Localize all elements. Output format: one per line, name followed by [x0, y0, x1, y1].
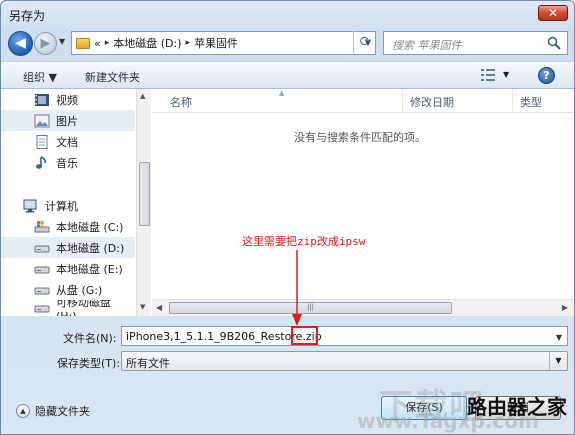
filetype-label: 保存类型(T):: [57, 357, 121, 370]
nav-item-drive-g[interactable]: 从盘 (G:): [1, 279, 135, 300]
nav-item-label: 图片: [56, 114, 78, 128]
command-bar: 组织 ▼ 新建文件夹 ▼ ?: [1, 61, 574, 89]
hide-folders-toggle[interactable]: ▲ 隐藏文件夹: [16, 403, 90, 419]
recent-pages-button[interactable]: ▼: [59, 37, 65, 46]
annotation-highlight-box: [291, 326, 318, 345]
watermark-site: 路由器之家: [467, 395, 567, 419]
nav-item-computer[interactable]: 计算机: [1, 195, 135, 216]
close-button[interactable]: ✕: [538, 5, 568, 21]
scroll-thumb[interactable]: [139, 162, 150, 226]
title-bar: 另存为 ✕: [1, 1, 574, 27]
chevron-up-icon: ▲: [16, 404, 30, 418]
document-icon: [36, 134, 48, 149]
filetype-value: 所有文件: [126, 357, 170, 370]
scroll-left-icon[interactable]: ◀: [156, 303, 162, 312]
search-placeholder: 搜索 苹果固件: [392, 39, 462, 52]
scroll-thumb[interactable]: |||: [169, 302, 452, 314]
nav-item-label: 本地磁盘 (E:): [56, 262, 123, 276]
column-date[interactable]: 修改日期: [410, 94, 454, 110]
sort-arrow-icon: ▲: [279, 89, 285, 97]
music-icon: [36, 155, 46, 169]
breadcrumb-separator[interactable]: ▸: [186, 38, 191, 48]
back-arrow-icon: ◀: [15, 35, 26, 51]
nav-item-label: 音乐: [56, 156, 78, 170]
filetype-dropdown-icon[interactable]: ▼: [549, 352, 567, 370]
drive-icon: [34, 305, 50, 313]
nav-item-label: 本地磁盘 (C:): [56, 220, 124, 234]
search-icon[interactable]: [547, 36, 561, 50]
column-divider[interactable]: [512, 89, 513, 113]
search-input[interactable]: 搜索 苹果固件: [383, 31, 568, 55]
nav-item-label: 从盘 (G:): [56, 283, 103, 297]
folder-icon: [76, 37, 90, 49]
back-button[interactable]: ◀: [8, 31, 33, 56]
annotation-text: 这里需要把zip改成ipsw: [242, 235, 366, 248]
filename-label: 文件名(N):: [63, 332, 117, 345]
nav-item-music[interactable]: 音乐: [1, 152, 135, 173]
address-row: ◀ ▶ ▼ « ▸ 本地磁盘 (D:) ▸ 苹果固件 ▼ ⟳ 搜索 苹果固件: [1, 27, 574, 59]
nav-item-drive-h[interactable]: 可移动磁盘 (H:): [1, 300, 135, 316]
nav-item-drive-d[interactable]: 本地磁盘 (D:): [1, 237, 135, 258]
window-title: 另存为: [9, 9, 46, 23]
forward-button[interactable]: ▶: [34, 32, 57, 55]
nav-item-label: 文档: [56, 135, 78, 149]
hide-folders-label: 隐藏文件夹: [35, 405, 90, 418]
drive-c-icon: [34, 220, 50, 232]
video-icon: [35, 93, 49, 106]
nav-item-label: 计算机: [45, 199, 78, 213]
nav-item-drive-c[interactable]: 本地磁盘 (C:): [1, 216, 135, 237]
drive-icon: [34, 245, 50, 252]
filetype-select[interactable]: 所有文件 ▼: [121, 351, 568, 371]
filename-dropdown-icon[interactable]: ▼: [556, 333, 562, 342]
nav-item-drive-e[interactable]: 本地磁盘 (E:): [1, 258, 135, 279]
navigation-scrollbar[interactable]: ▲ ▼: [136, 89, 151, 316]
scroll-up-icon[interactable]: ▲: [140, 92, 145, 100]
column-header-row: ▲ 名称 修改日期 类型: [152, 89, 574, 113]
annotation-arrow-icon: [292, 250, 302, 326]
browser-area: 视频 图片 文档 音乐 计算机 本地磁盘 (C:) 本地磁盘 (D:) 本地磁盘…: [1, 89, 574, 316]
nav-item-label: 视频: [56, 93, 78, 107]
empty-message: 没有与搜索条件匹配的项。: [294, 131, 426, 144]
refresh-icon: ⟳: [359, 34, 372, 50]
scroll-down-icon[interactable]: ▼: [140, 303, 145, 311]
view-dropdown-icon[interactable]: ▼: [503, 70, 509, 79]
breadcrumb-drive-d[interactable]: 本地磁盘 (D:): [113, 35, 181, 51]
scroll-right-icon[interactable]: ▶: [562, 303, 568, 312]
organize-menu[interactable]: 组织 ▼: [23, 69, 57, 85]
address-bar[interactable]: « ▸ 本地磁盘 (D:) ▸ 苹果固件 ▼: [71, 31, 376, 55]
nav-item-label: 可移动磁盘 (H:): [56, 300, 111, 316]
save-as-dialog: 另存为 ✕ ◀ ▶ ▼ « ▸ 本地磁盘 (D:) ▸ 苹果固件 ▼ ⟳ 搜索 …: [0, 0, 575, 435]
picture-icon: [34, 114, 50, 127]
nav-item-label: 本地磁盘 (D:): [56, 241, 125, 255]
column-type[interactable]: 类型: [520, 94, 542, 110]
nav-item-documents[interactable]: 文档: [1, 131, 135, 152]
computer-icon: [23, 199, 37, 212]
help-icon[interactable]: ?: [538, 67, 555, 84]
breadcrumb-separator[interactable]: ▸: [105, 38, 110, 48]
new-folder-button[interactable]: 新建文件夹: [85, 69, 140, 85]
drive-icon: [34, 266, 50, 273]
navigation-pane: 视频 图片 文档 音乐 计算机 本地磁盘 (C:) 本地磁盘 (D:) 本地磁盘…: [1, 89, 151, 316]
file-list: ▲ 名称 修改日期 类型 没有与搜索条件匹配的项。 ◀ ||| ▶: [152, 89, 574, 316]
filename-field[interactable]: iPhone3,1_5.1.1_9B206_Restore.zip ▼: [121, 326, 568, 346]
horizontal-scrollbar[interactable]: ◀ ||| ▶: [152, 299, 574, 316]
column-name[interactable]: 名称: [170, 94, 192, 110]
drive-icon: [34, 287, 50, 294]
forward-arrow-icon: ▶: [40, 36, 51, 51]
refresh-button[interactable]: ⟳: [353, 31, 377, 55]
column-divider[interactable]: [402, 89, 403, 113]
nav-item-video[interactable]: 视频: [1, 89, 135, 110]
breadcrumb-folder[interactable]: 苹果固件: [194, 35, 238, 51]
breadcrumb-overflow[interactable]: «: [94, 37, 101, 50]
view-options-icon[interactable]: [481, 69, 495, 81]
nav-item-pictures[interactable]: 图片: [1, 110, 135, 131]
